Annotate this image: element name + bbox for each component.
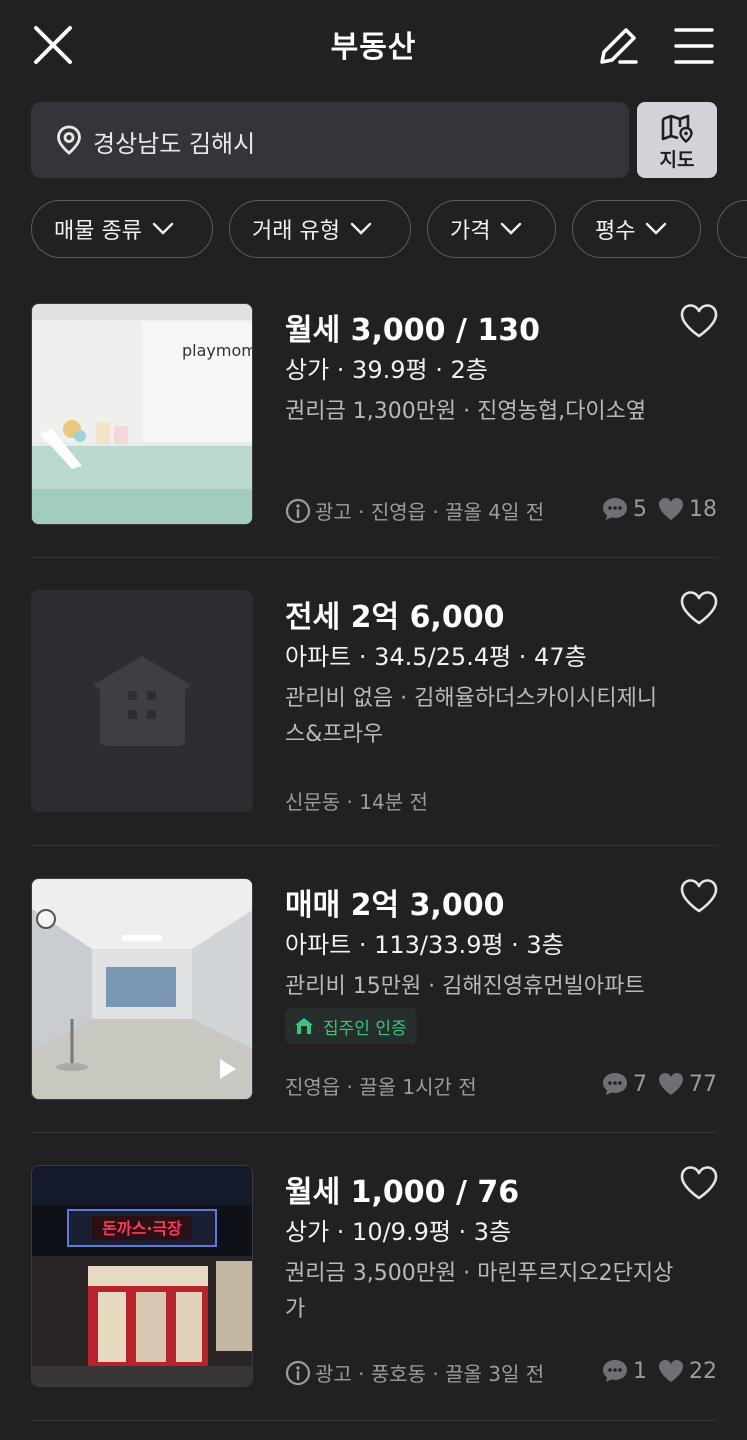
top-bar: 부동산 (0, 0, 747, 90)
chevron-down-icon (152, 222, 174, 235)
listing-description: 권리금 3,500만원 · 마린푸르지오2단지상가 (285, 1261, 674, 1322)
listing-stats: 1 22 (601, 1358, 717, 1384)
listing-item[interactable]: 돈까스·극장 월세 1,000 / 76 상가 · 10/9.9평 · 3층 권… (31, 1165, 719, 1387)
listing-meta: 신문동 · 14분 전 (285, 786, 428, 815)
location-text: 경상남도 김해시 (93, 130, 256, 158)
like-count: 77 (689, 1071, 717, 1097)
listing-description: 권리금 1,300만원 · 진영농협,다이소옆 (285, 399, 647, 424)
listing-meta: 광고 · 풍호동 · 끌올 3일 전 (285, 1358, 544, 1387)
listing-details: 상가 · 39.9평 · 2층 (285, 356, 488, 384)
filter-chip-row: 매물 종류 거래 유형 가격 평수 (0, 200, 747, 262)
filter-chip-label: 매물 종류 (54, 219, 142, 244)
info-icon[interactable] (285, 1360, 311, 1386)
heart-outline-icon[interactable] (679, 590, 719, 626)
filter-chip-more[interactable] (717, 200, 747, 258)
listing-description: 관리비 없음 · 김해율하더스카이시티제니스&프라우 (285, 686, 658, 747)
listing-price: 매매 2억 3,000 (285, 888, 505, 923)
info-icon[interactable] (285, 498, 311, 524)
map-button[interactable]: 지도 (637, 102, 717, 178)
listing-stats: 7 77 (601, 1071, 717, 1097)
apartment-interior-photo (32, 879, 252, 1099)
house-placeholder-icon (93, 656, 191, 746)
indoor-pool-photo: playmom (32, 304, 253, 524)
filter-chip-area[interactable]: 평수 (572, 200, 701, 258)
filter-chip-property-type[interactable]: 매물 종류 (31, 200, 213, 258)
listing-price: 월세 3,000 / 130 (285, 313, 541, 348)
chat-count: 7 (633, 1071, 647, 1097)
meta-text: 신문동 · 14분 전 (285, 790, 428, 814)
owner-verified-badge: 집주인 인증 (285, 1008, 417, 1044)
badge-text: 집주인 인증 (323, 1018, 407, 1039)
heart-filled-icon (659, 1360, 683, 1382)
filter-chip-label: 거래 유형 (252, 219, 340, 244)
listing-item[interactable]: 매매 2억 3,000 아파트 · 113/33.9평 · 3층 관리비 15만… (31, 878, 719, 1100)
heart-filled-icon (659, 498, 683, 520)
filter-chip-price[interactable]: 가격 (427, 200, 556, 258)
storefront-night-photo: 돈까스·극장 (32, 1166, 252, 1386)
listing-photo: playmom (31, 303, 253, 525)
listing-item[interactable]: playmom 월세 3,000 / 130 상가 · 39.9평 · 2층 권… (31, 303, 719, 525)
chevron-down-icon (350, 222, 372, 235)
divider (31, 1420, 717, 1421)
map-icon (661, 114, 693, 143)
pencil-icon[interactable] (594, 22, 642, 70)
chat-bubble-icon (603, 1073, 627, 1095)
meta-text: 진영읍 · 끌올 1시간 전 (285, 1075, 477, 1099)
heart-outline-icon[interactable] (679, 1165, 719, 1201)
divider (31, 557, 717, 558)
listing-details: 상가 · 10/9.9평 · 3층 (285, 1218, 512, 1246)
house-check-icon (295, 1018, 313, 1034)
like-count: 22 (689, 1358, 717, 1384)
listing-photo (31, 878, 253, 1100)
sign-text: playmom (182, 341, 253, 360)
listing-details: 아파트 · 113/33.9평 · 3층 (285, 931, 564, 959)
chat-count: 1 (633, 1358, 647, 1384)
listing-meta: 광고 · 진영읍 · 끌올 4일 전 (285, 496, 544, 525)
divider (31, 1132, 717, 1133)
location-pin-icon (57, 125, 81, 155)
listing-photo-placeholder (31, 590, 253, 812)
heart-outline-icon[interactable] (679, 303, 719, 339)
filter-chip-deal-type[interactable]: 거래 유형 (229, 200, 411, 258)
location-search-bar[interactable]: 경상남도 김해시 (31, 102, 629, 178)
chat-count: 5 (633, 496, 647, 522)
divider (31, 845, 717, 846)
listing-description: 관리비 15만원 · 김해진영휴먼빌아파트 (285, 974, 645, 999)
listing-stats: 5 18 (601, 496, 717, 522)
map-button-label: 지도 (659, 149, 695, 171)
heart-outline-icon[interactable] (679, 878, 719, 914)
chat-bubble-icon (603, 498, 627, 520)
meta-text: 광고 · 진영읍 · 끌올 4일 전 (315, 500, 545, 524)
listing-photo: 돈까스·극장 (31, 1165, 253, 1387)
filter-chip-label: 평수 (595, 219, 636, 244)
listing-price: 월세 1,000 / 76 (285, 1175, 520, 1210)
listing-price: 전세 2억 6,000 (285, 600, 505, 635)
chevron-down-icon (501, 222, 522, 235)
hamburger-menu-icon[interactable] (670, 22, 718, 70)
chat-bubble-icon (603, 1360, 627, 1382)
listing-item[interactable]: 전세 2억 6,000 아파트 · 34.5/25.4평 · 47층 관리비 없… (31, 590, 719, 815)
like-count: 18 (689, 496, 717, 522)
heart-filled-icon (659, 1073, 683, 1095)
listing-details: 아파트 · 34.5/25.4평 · 47층 (285, 643, 587, 671)
listing-meta: 진영읍 · 끌올 1시간 전 (285, 1071, 477, 1100)
store-sign-text: 돈까스·극장 (102, 1219, 182, 1238)
chevron-down-icon (646, 222, 667, 235)
meta-text: 광고 · 풍호동 · 끌올 3일 전 (315, 1362, 545, 1386)
filter-chip-label: 가격 (450, 219, 491, 244)
